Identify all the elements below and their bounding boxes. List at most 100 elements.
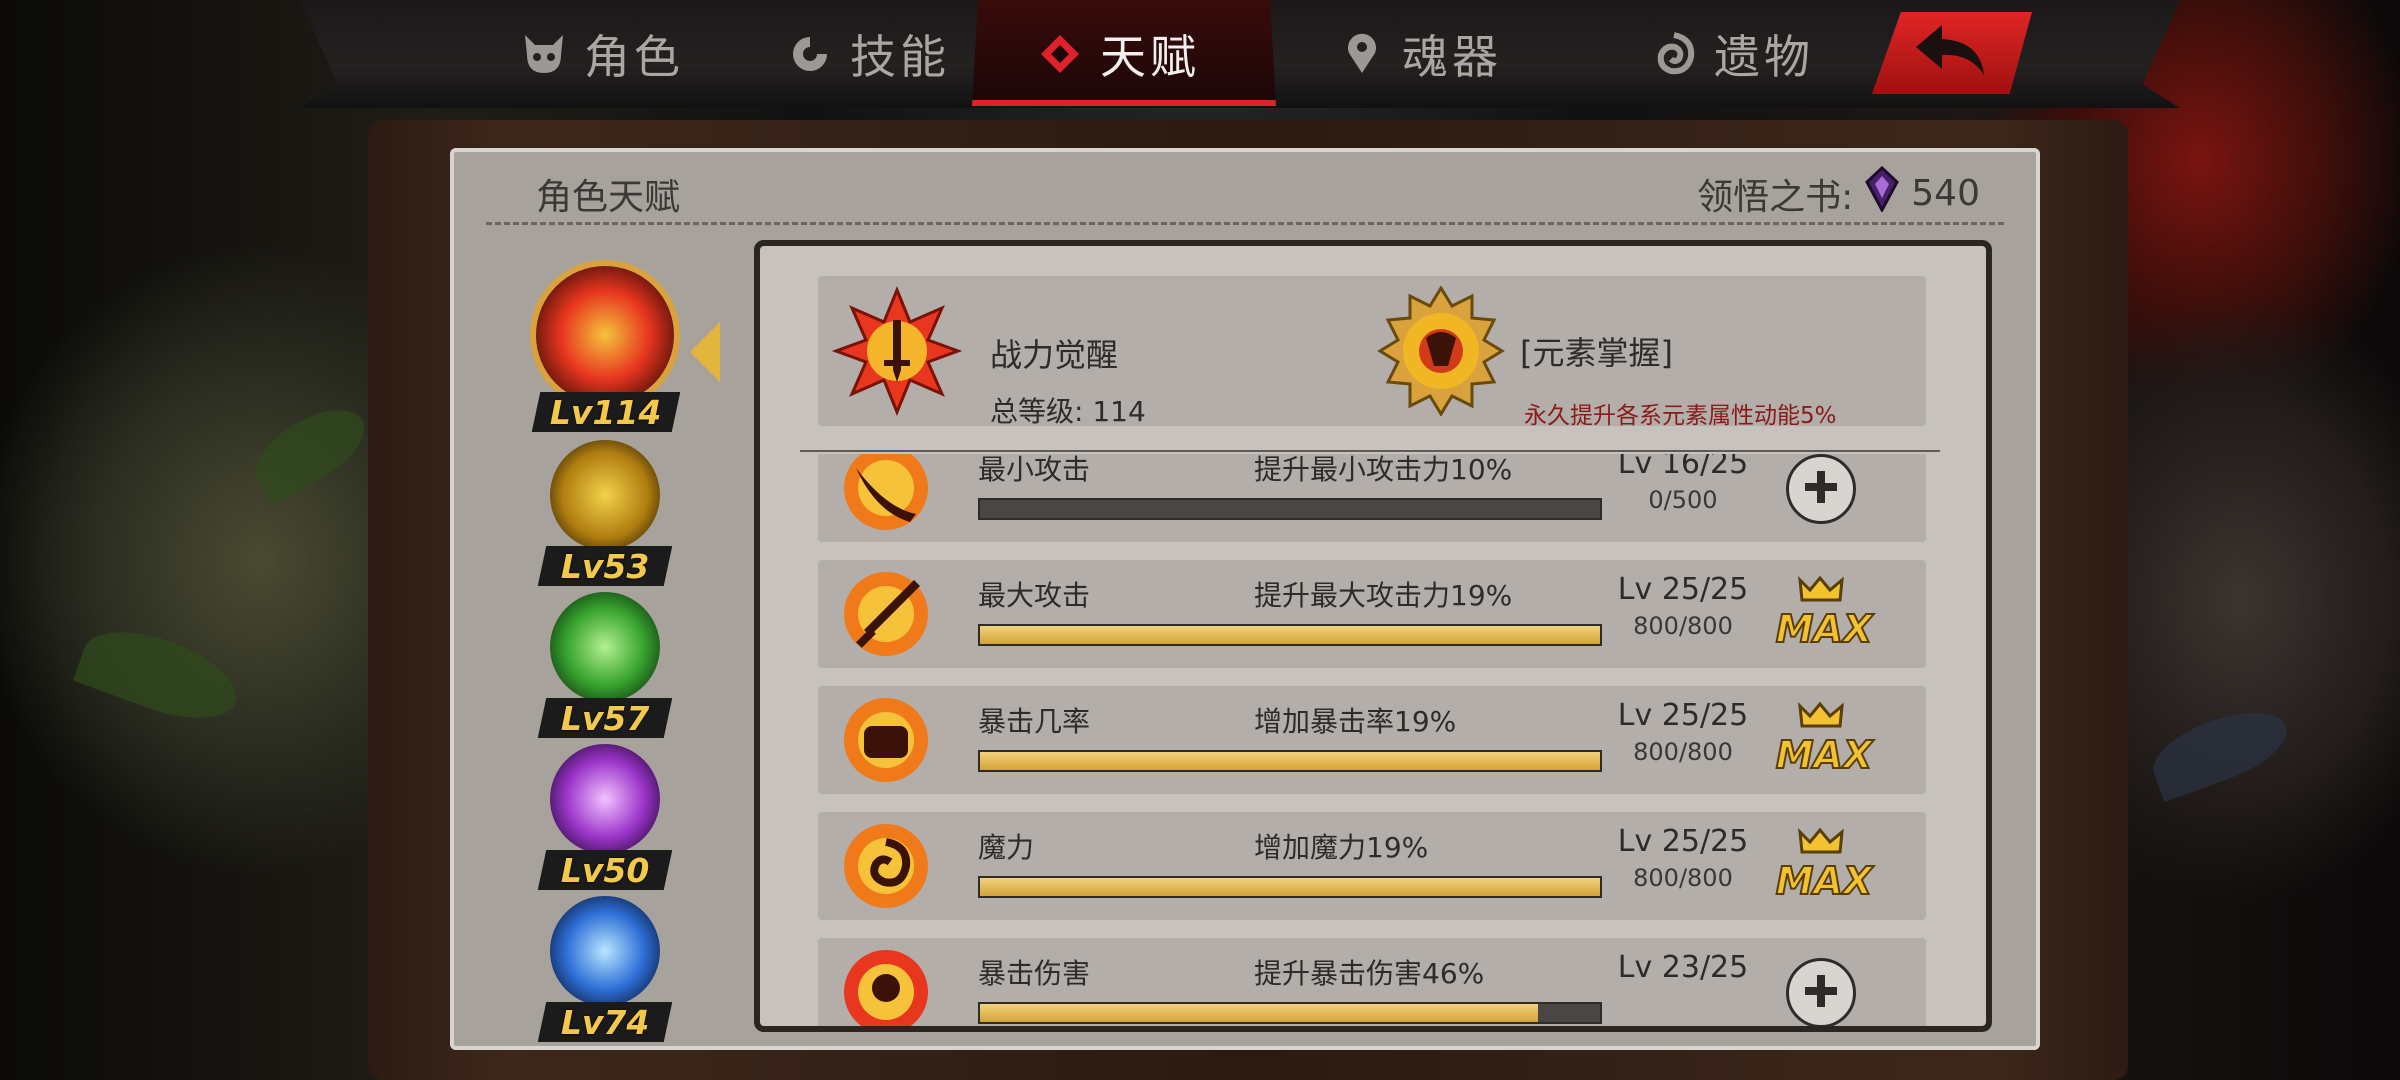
upgrade-button[interactable] xyxy=(1786,958,1856,1026)
talent-progress-fill xyxy=(980,1004,1538,1022)
blue-hexagram-icon xyxy=(550,896,660,1006)
tab-label: 魂器 xyxy=(1402,30,1502,84)
talent-progress-fill xyxy=(980,626,1600,644)
talent-progress-bar xyxy=(978,624,1602,646)
talent-row: 最大攻击 提升最大攻击力19% Lv 25/25 800/800 MAX xyxy=(818,560,1926,668)
shield-cross-icon xyxy=(550,440,660,550)
character-level-badge: Lv57 xyxy=(537,698,673,738)
summary-divider xyxy=(800,450,1940,452)
talent-level: Lv 16/25 xyxy=(1617,454,1749,481)
talent-level: Lv 25/25 xyxy=(1617,824,1749,859)
character-level: Lv74 xyxy=(560,1002,650,1042)
summary-skill-description: 永久提升各系元素属性动能5% xyxy=(1524,403,1837,429)
swirl-icon xyxy=(786,30,834,78)
talent-name: 暴击伤害 xyxy=(978,957,1091,990)
talent-progress-bar xyxy=(978,498,1602,520)
tab-label: 技能 xyxy=(850,30,950,84)
talent-level: Lv 25/25 xyxy=(1617,698,1749,733)
book-counter: 领悟之书: 540 xyxy=(1697,165,1980,221)
character-level-badge: Lv114 xyxy=(531,392,681,432)
talent-row: 暴击伤害 提升暴击伤害46% Lv 23/25 xyxy=(818,938,1926,1026)
talent-name: 暴击几率 xyxy=(978,705,1091,738)
skull-flame-icon xyxy=(836,942,936,1026)
blade-icon xyxy=(836,454,936,538)
talent-progress-text: 800/800 xyxy=(1633,864,1733,892)
character-slot-1[interactable]: Lv114 xyxy=(530,266,681,436)
demon-mask-icon xyxy=(520,30,568,78)
character-slot-3[interactable]: Lv57 xyxy=(537,592,673,742)
diamond-emblem-icon xyxy=(1036,30,1084,78)
summary-total-level: 总等级: 114 xyxy=(990,395,1146,428)
talent-row: 暴击几率 增加暴击率19% Lv 25/25 800/800 MAX xyxy=(818,686,1926,794)
talent-level: Lv 25/25 xyxy=(1617,572,1749,607)
talent-progress-bar xyxy=(978,1002,1602,1024)
talent-row: 魔力 增加魔力19% Lv 25/25 800/800 MAX xyxy=(818,812,1926,920)
soul-pin-icon xyxy=(1338,30,1386,78)
talent-progress-bar xyxy=(978,876,1602,898)
tab-skill[interactable]: 技能 xyxy=(786,14,950,94)
tab-relic[interactable]: 遗物 xyxy=(1650,14,1814,94)
character-slot-4[interactable]: Lv50 xyxy=(537,744,673,894)
title-divider xyxy=(486,222,2004,225)
flame-sword-icon xyxy=(831,286,963,416)
panel-title: 角色天赋 xyxy=(536,177,681,218)
talent-row: 最小攻击 提升最小攻击力10% Lv 16/25 0/500 xyxy=(818,454,1926,542)
green-heal-icon xyxy=(550,592,660,702)
tab-soul-artifact[interactable]: 魂器 xyxy=(1338,14,1502,94)
max-badge: MAX xyxy=(1770,574,1880,654)
talent-description: 提升暴击伤害46% xyxy=(1254,957,1485,990)
talent-list: 最小攻击 提升最小攻击力10% Lv 16/25 0/500 最大攻击 提升最大… xyxy=(760,454,1986,1026)
talent-progress-fill xyxy=(980,752,1600,770)
magic-swirl-icon xyxy=(836,816,936,916)
book-label: 领悟之书: xyxy=(1697,176,1854,218)
svg-text:MAX: MAX xyxy=(1776,733,1874,777)
talent-description: 提升最小攻击力10% xyxy=(1254,454,1513,486)
character-slot-2[interactable]: Lv53 xyxy=(537,440,673,590)
tab-label: 角色 xyxy=(584,30,684,84)
max-badge: MAX xyxy=(1770,826,1880,906)
svg-text:MAX: MAX xyxy=(1776,859,1874,903)
talent-progress-text: 800/800 xyxy=(1633,612,1733,640)
talent-name: 最小攻击 xyxy=(978,454,1091,486)
book-count: 540 xyxy=(1911,173,1980,214)
selected-pointer-icon xyxy=(690,322,720,382)
character-level-badge: Lv53 xyxy=(537,546,673,586)
talent-description: 增加魔力19% xyxy=(1254,831,1429,864)
purple-crystal-icon xyxy=(1863,165,1901,221)
upgrade-button[interactable] xyxy=(1786,454,1856,524)
talent-description: 增加暴击率19% xyxy=(1254,705,1457,738)
talent-progress-bar xyxy=(978,750,1602,772)
svg-text:MAX: MAX xyxy=(1776,607,1874,651)
tab-talent[interactable]: 天赋 xyxy=(1036,14,1200,94)
summary-title: 战力觉醒 xyxy=(990,336,1119,374)
tab-label: 遗物 xyxy=(1714,30,1814,84)
tab-character[interactable]: 角色 xyxy=(520,14,684,94)
back-arrow-icon xyxy=(1912,21,1992,85)
character-slot-5[interactable]: Lv74 xyxy=(537,896,673,1046)
talent-progress-text: 0/500 xyxy=(1648,486,1718,514)
flame-sword-icon xyxy=(536,266,674,404)
talent-level: Lv 23/25 xyxy=(1617,950,1749,985)
talent-summary: 战力觉醒 总等级: 114 [元素掌握] 永久提升各系元素属性动能5% xyxy=(818,276,1926,429)
character-level: Lv53 xyxy=(560,546,650,586)
character-level-badge: Lv50 xyxy=(537,850,673,890)
character-level: Lv57 xyxy=(560,698,650,738)
talent-name: 魔力 xyxy=(978,831,1035,864)
summary-skill-title: [元素掌握] xyxy=(1520,334,1673,372)
element-mastery-icon xyxy=(1376,285,1506,417)
sword-flame-icon xyxy=(836,564,936,664)
plus-icon xyxy=(1801,467,1841,511)
character-level: Lv114 xyxy=(550,392,662,432)
talent-progress-text: 800/800 xyxy=(1633,738,1733,766)
spiral-icon xyxy=(1650,30,1698,78)
talent-content: 战力觉醒 总等级: 114 [元素掌握] 永久提升各系元素属性动能5% 最小攻击… xyxy=(760,246,1986,1026)
talent-name: 最大攻击 xyxy=(978,579,1091,612)
character-level: Lv50 xyxy=(560,850,650,890)
talent-progress-fill xyxy=(980,878,1600,896)
fist-flame-icon xyxy=(836,690,936,790)
max-badge: MAX xyxy=(1770,700,1880,780)
tab-label: 天赋 xyxy=(1100,30,1200,84)
plus-icon xyxy=(1801,971,1841,1015)
purple-star-icon xyxy=(550,744,660,854)
character-level-badge: Lv74 xyxy=(537,1002,673,1042)
